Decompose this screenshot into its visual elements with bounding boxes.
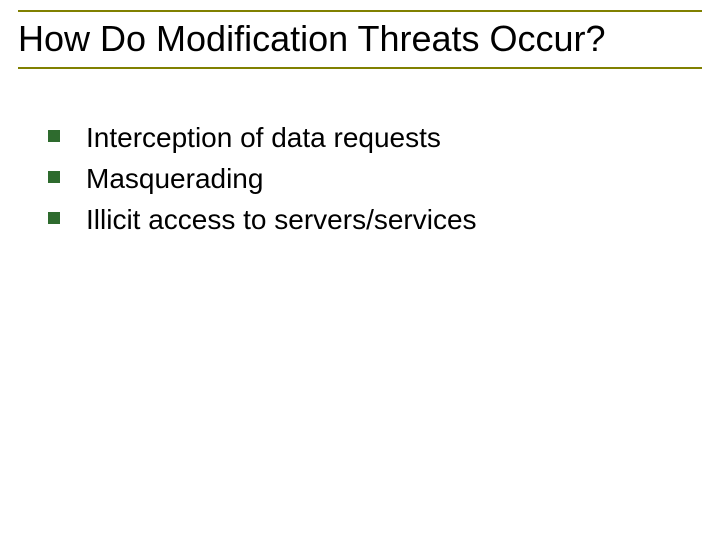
square-bullet-icon — [48, 130, 60, 142]
square-bullet-icon — [48, 212, 60, 224]
title-block: How Do Modification Threats Occur? — [18, 10, 702, 69]
body-content: Interception of data requests Masqueradi… — [48, 120, 680, 243]
title-rule-top — [18, 10, 702, 12]
list-item-text: Masquerading — [86, 161, 263, 196]
slide: How Do Modification Threats Occur? Inter… — [0, 0, 720, 540]
list-item: Interception of data requests — [48, 120, 680, 155]
list-item-text: Interception of data requests — [86, 120, 441, 155]
square-bullet-icon — [48, 171, 60, 183]
title-rule-bottom — [18, 67, 702, 69]
list-item: Illicit access to servers/services — [48, 202, 680, 237]
slide-title: How Do Modification Threats Occur? — [18, 18, 702, 65]
list-item-text: Illicit access to servers/services — [86, 202, 477, 237]
list-item: Masquerading — [48, 161, 680, 196]
